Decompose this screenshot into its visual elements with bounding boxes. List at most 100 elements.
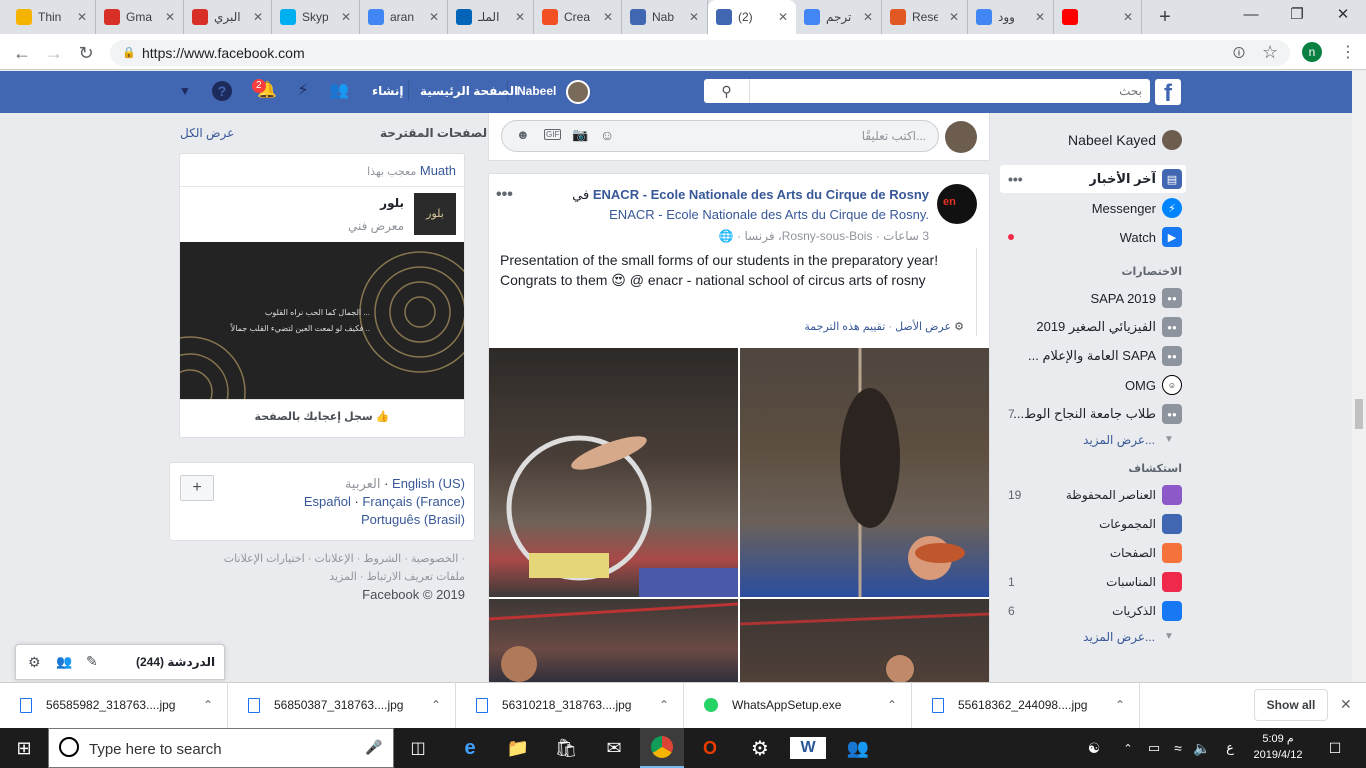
close-tab-icon[interactable]: ✕ (165, 10, 175, 24)
liked-by-name[interactable]: Muath (420, 163, 456, 178)
browser-tab[interactable]: البري ✕ (184, 0, 272, 34)
see-more-chevron-icon[interactable]: ▼ (1164, 434, 1174, 445)
browser-tab[interactable]: Skyp ✕ (272, 0, 360, 34)
chat-tab[interactable]: ⚙ 👥 ✎ الدردشة (244) (15, 644, 225, 680)
footer-line-1[interactable]: الخصوصية · الشروط · الإعلانات · اختيارات… (170, 550, 465, 568)
browser-tab[interactable]: وود ✕ (968, 0, 1054, 34)
post-location[interactable]: Rosny-sous-Bois، فرنسا (745, 229, 873, 243)
close-tab-icon[interactable]: ✕ (1035, 10, 1045, 24)
browser-tab[interactable]: Crea ✕ (534, 0, 622, 34)
close-tab-icon[interactable]: ✕ (778, 10, 788, 24)
create-link[interactable]: إنشاء (372, 84, 403, 98)
mail-icon[interactable]: ✉ (596, 728, 632, 768)
chat-group-icon[interactable]: 👥 (56, 654, 72, 670)
close-tab-icon[interactable]: ✕ (429, 10, 439, 24)
see-more-shortcuts[interactable]: عرض المزيد... (1040, 433, 1155, 447)
search-box[interactable]: ⚲ (704, 79, 1150, 103)
language-link-en[interactable]: English (US) (392, 476, 465, 491)
shortcut-item[interactable]: ●● SAPA 2019 (1000, 284, 1186, 312)
close-tab-icon[interactable]: ✕ (603, 10, 613, 24)
footer-links[interactable]: الخصوصية · الشروط · الإعلانات · اختيارات… (170, 550, 465, 586)
post-photo-2[interactable] (740, 348, 989, 597)
edge-icon[interactable]: e (452, 728, 488, 768)
browser-tab[interactable]: ✕ (1054, 0, 1142, 34)
volume-icon[interactable]: 🔈 (1192, 728, 1212, 768)
close-window-button[interactable]: ✕ (1320, 0, 1366, 32)
browser-tab[interactable]: (2) ‏ ✕ (708, 0, 796, 34)
people-tray-icon[interactable]: ☯ (1084, 728, 1104, 768)
post-subline[interactable]: ENACR - Ecole Nationale des Arts du Cirq… (530, 207, 929, 222)
task-view-icon[interactable]: ◫ (400, 728, 436, 768)
shortcut-item[interactable]: ●● طلاب جامعة النجاح الوط... 7 (1000, 400, 1186, 428)
close-tab-icon[interactable]: ✕ (1123, 10, 1133, 24)
language-link-es[interactable]: Español (304, 494, 351, 509)
user-avatar[interactable] (566, 80, 590, 104)
word-icon[interactable]: W (790, 737, 826, 759)
search-icon[interactable]: ⚲ (704, 79, 750, 103)
close-tab-icon[interactable]: ✕ (949, 10, 959, 24)
profile-nav-item[interactable]: Nabeel Kayed (1000, 126, 1186, 154)
scrollbar-thumb[interactable] (1355, 399, 1363, 429)
chrome-menu-icon[interactable]: ⋮ (1340, 42, 1356, 62)
see-more-explore[interactable]: عرض المزيد... (1040, 630, 1155, 644)
show-hidden-icons-icon[interactable]: ⌃ (1120, 728, 1136, 768)
close-downloads-icon[interactable]: ✕ (1340, 696, 1352, 713)
browser-tab[interactable]: Nab ✕ (622, 0, 708, 34)
wifi-icon[interactable]: ≈ (1168, 728, 1188, 768)
close-tab-icon[interactable]: ✕ (253, 10, 263, 24)
battery-icon[interactable]: ▭ (1144, 728, 1164, 768)
language-link-pt[interactable]: Português (Brasil) (361, 512, 465, 527)
browser-tab[interactable]: aran ✕ (360, 0, 448, 34)
browser-tab[interactable]: Gma ✕ (96, 0, 184, 34)
download-item[interactable]: 55618362_244098....jpg ⌃ (912, 682, 1140, 728)
add-language-button[interactable]: + (180, 475, 214, 501)
explore-item[interactable]: الصفحات (1000, 539, 1186, 567)
back-icon[interactable]: ← (12, 43, 32, 64)
file-explorer-icon[interactable]: 📁 (500, 728, 536, 768)
help-icon[interactable]: ? (212, 81, 232, 101)
post-time[interactable]: 3 ساعات (883, 229, 929, 243)
emoji-icon[interactable]: ☺ (600, 127, 614, 143)
close-tab-icon[interactable]: ✕ (863, 10, 873, 24)
home-link[interactable]: الصفحة الرئيسية (420, 84, 518, 98)
header-user-name[interactable]: Nabeel (517, 84, 556, 98)
close-tab-icon[interactable]: ✕ (515, 10, 525, 24)
post-photo-1[interactable] (489, 348, 738, 597)
clock[interactable]: 5:09 م 2019/4/12 (1246, 731, 1310, 763)
input-language[interactable]: ع (1222, 728, 1238, 768)
chat-compose-icon[interactable]: ✎ (86, 653, 98, 670)
post-photo-3[interactable] (489, 599, 738, 683)
show-all-downloads-button[interactable]: Show all (1254, 689, 1328, 721)
download-chevron-icon[interactable]: ⌃ (887, 698, 897, 712)
browser-tab[interactable]: الملـ ✕ (448, 0, 534, 34)
browser-tab[interactable]: ترجم ✕ (796, 0, 882, 34)
post-page-name[interactable]: ENACR - Ecole Nationale des Arts du Cirq… (593, 187, 929, 202)
browser-tab[interactable]: Rese ✕ (882, 0, 968, 34)
messenger-icon[interactable]: ⚡ (292, 80, 314, 102)
settings-icon[interactable]: ⚙ (742, 728, 778, 768)
account-menu-icon[interactable]: ▼ (179, 84, 191, 98)
action-center-icon[interactable]: ☐ (1320, 728, 1350, 768)
microphone-icon[interactable]: 🎤 (365, 739, 382, 756)
footer-line-2[interactable]: ملفات تعريف الارتباط · المزيد (170, 568, 465, 586)
shortcut-item[interactable]: ●● SAPA العامة والإعلام ... (1000, 342, 1186, 370)
nav-item-news-feed[interactable]: ▤ آخر الأخبار ••• (1000, 165, 1186, 193)
taskbar-search[interactable]: Type here to search 🎤 (48, 728, 394, 768)
page-thumbnail[interactable]: بلور (414, 193, 456, 235)
shortcut-item[interactable]: ☺ OMG (1000, 371, 1186, 399)
download-chevron-icon[interactable]: ⌃ (659, 698, 669, 712)
post-page-avatar[interactable]: en (937, 184, 977, 224)
nav-item-messenger[interactable]: ⚡ Messenger (1000, 194, 1186, 222)
address-bar[interactable]: 🔒 https://www.facebook.com (110, 40, 1290, 66)
close-tab-icon[interactable]: ✕ (689, 10, 699, 24)
shortcut-item[interactable]: ●● الفيزيائي الصغير 2019 (1000, 313, 1186, 341)
see-original-link[interactable]: عرض الأصل (895, 321, 951, 333)
like-page-button[interactable]: سجل إعجابك بالصفحة 👍 (180, 410, 464, 423)
download-item[interactable]: 56850387_318763....jpg ⌃ (228, 682, 456, 728)
office-icon[interactable]: O (692, 728, 728, 768)
download-chevron-icon[interactable]: ⌃ (203, 698, 213, 712)
see-more-chevron-icon[interactable]: ▼ (1164, 631, 1174, 642)
restore-button[interactable]: ❐ (1274, 0, 1320, 32)
nav-more-options-icon[interactable]: ••• (1008, 171, 1023, 187)
sticker-icon[interactable]: ☻ (516, 127, 530, 142)
